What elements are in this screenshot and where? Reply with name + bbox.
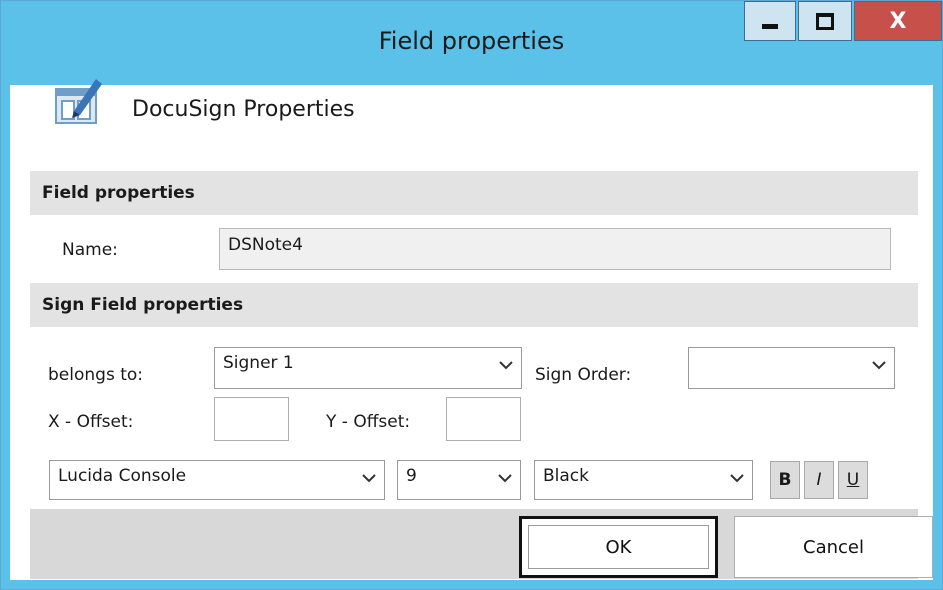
bold-button[interactable]: B (770, 461, 800, 499)
maximize-icon (816, 12, 834, 30)
maximize-button[interactable] (798, 1, 852, 41)
chevron-down-icon (499, 361, 513, 370)
x-offset-input[interactable] (214, 397, 289, 441)
field-properties-section-header: Field properties (30, 171, 918, 215)
name-field[interactable]: DSNote4 (219, 228, 891, 270)
close-icon: X (889, 8, 907, 34)
x-offset-label: X - Offset: (48, 412, 134, 432)
belongs-to-label: belongs to: (48, 365, 143, 385)
name-label: Name: (62, 240, 118, 260)
close-button[interactable]: X (854, 1, 942, 41)
belongs-to-select[interactable]: Signer 1 (214, 347, 522, 389)
minimize-button[interactable] (744, 1, 796, 41)
chevron-down-icon (730, 474, 744, 483)
header-title: DocuSign Properties (132, 97, 355, 122)
cancel-button[interactable]: Cancel (734, 516, 933, 578)
font-size-value: 9 (406, 466, 417, 486)
underline-button[interactable]: U (838, 461, 868, 499)
sign-order-select[interactable] (688, 347, 895, 389)
dialog-body (10, 85, 933, 580)
font-color-select[interactable]: Black (534, 460, 753, 500)
title-bar[interactable]: Field properties X (1, 1, 942, 85)
belongs-to-value: Signer 1 (223, 353, 294, 373)
italic-button[interactable]: I (804, 461, 834, 499)
font-size-select[interactable]: 9 (397, 460, 521, 500)
ok-label: OK (605, 536, 632, 558)
minimize-icon (762, 23, 778, 29)
chevron-down-icon (872, 361, 886, 370)
y-offset-input[interactable] (446, 397, 521, 441)
y-offset-label: Y - Offset: (326, 412, 411, 432)
font-family-value: Lucida Console (58, 466, 187, 486)
font-color-value: Black (543, 466, 589, 486)
ok-button[interactable]: OK (519, 516, 718, 578)
docusign-form-edit-icon (55, 79, 102, 124)
chevron-down-icon (362, 474, 376, 483)
chevron-down-icon (498, 474, 512, 483)
font-family-select[interactable]: Lucida Console (49, 460, 385, 500)
sign-order-label: Sign Order: (535, 365, 632, 385)
sign-field-properties-section-header: Sign Field properties (30, 283, 918, 327)
